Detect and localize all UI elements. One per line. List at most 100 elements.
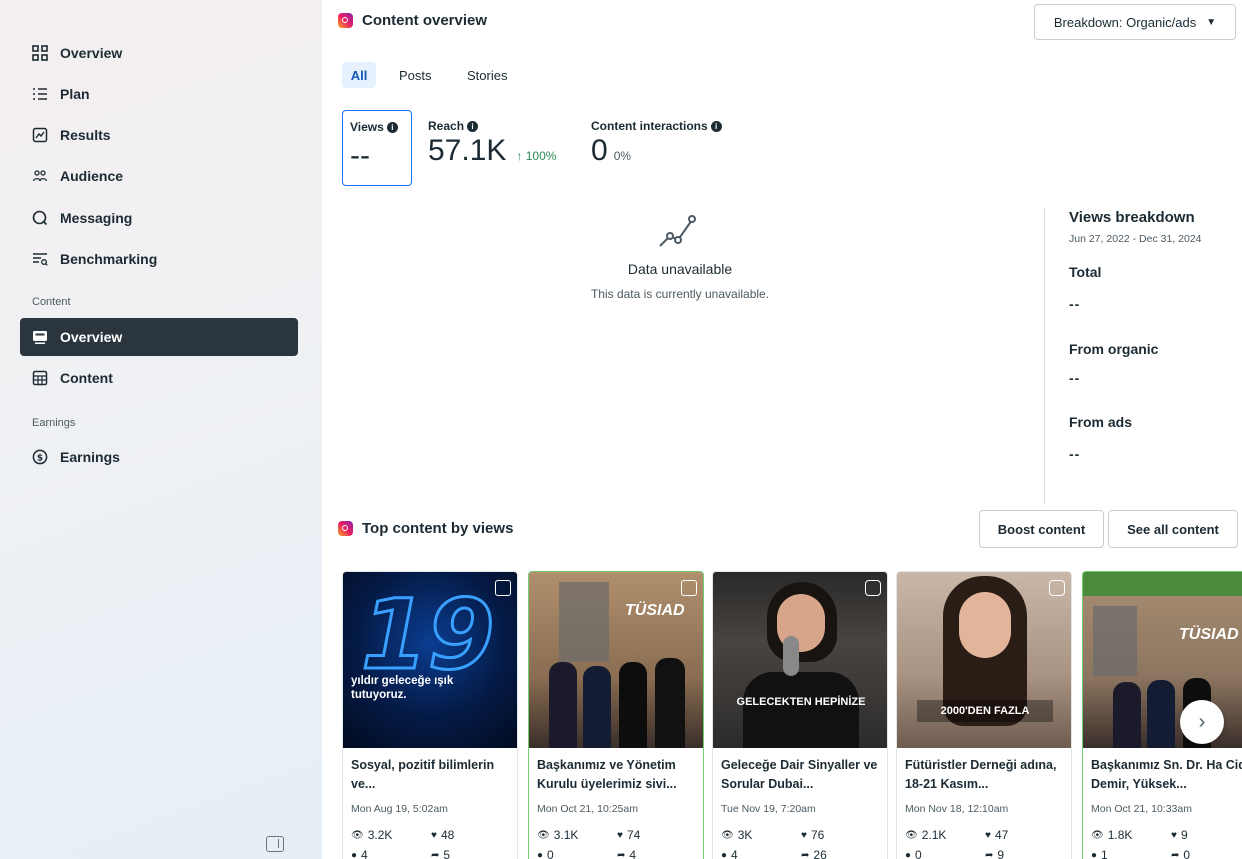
- views-count: 3K: [737, 828, 753, 842]
- microphone: [783, 636, 799, 676]
- sidebar-item-label: Overview: [60, 329, 123, 345]
- carousel-icon: [681, 580, 697, 596]
- content-grid-icon: [32, 370, 48, 386]
- eye-icon: 👁: [721, 829, 734, 841]
- reach-value-row: 57.1K ↑ 100%: [428, 133, 556, 169]
- comments-count: 0: [547, 848, 554, 859]
- post-date: Mon Nov 18, 12:10am: [905, 803, 1009, 815]
- interactions-value-row: 0 0%: [591, 133, 722, 169]
- collapse-sidebar-icon[interactable]: [266, 836, 284, 852]
- see-all-content-button[interactable]: See all content: [1108, 510, 1238, 548]
- info-icon: i: [386, 121, 398, 133]
- post-date: Mon Oct 21, 10:25am: [537, 803, 638, 815]
- post-views: 👁 3.1K: [537, 828, 578, 842]
- content-card[interactable]: GELECEKTEN HEPİNİZE Geleceğe Dair Sinyal…: [712, 571, 888, 859]
- total-label: Total: [1069, 264, 1102, 280]
- sidebar-item-label: Benchmarking: [60, 251, 158, 267]
- post-likes: ♥ 74: [617, 828, 640, 842]
- content-card[interactable]: TÜSIAD Başkanımız ve Yönetim Kurulu üyel…: [528, 571, 704, 859]
- comments-count: 0: [915, 848, 922, 859]
- sidebar-item-label: Overview: [60, 45, 123, 61]
- sidebar-item-label: Messaging: [60, 210, 133, 226]
- post-title: Sosyal, pozitif bilimlerin ve...: [351, 758, 495, 791]
- carousel-next-button[interactable]: ›: [1180, 700, 1224, 744]
- post-views: 👁 1.8K: [1091, 828, 1132, 842]
- post-shares: ➦ 9: [985, 848, 1004, 859]
- views-count: 1.8K: [1107, 828, 1133, 842]
- views-label: Views: [350, 120, 384, 134]
- sidebar-item-content[interactable]: Content: [20, 359, 298, 397]
- breakdown-dropdown[interactable]: Breakdown: Organic/ads ▼: [1034, 4, 1236, 40]
- heart-icon: ♥: [617, 829, 623, 841]
- views-breakdown-title: Views breakdown: [1069, 209, 1195, 226]
- post-comments: ● 4: [351, 848, 368, 859]
- tab-all[interactable]: All: [342, 62, 376, 88]
- sidebar-item-label: Plan: [60, 86, 90, 102]
- content-card[interactable]: 19 yıldır geleceğe ışık tutuyoruz. Sosya…: [342, 571, 518, 859]
- shares-count: 9: [997, 848, 1005, 859]
- metric-views[interactable]: Views i --: [342, 110, 412, 186]
- views-label-row: Views i: [350, 120, 404, 134]
- sidebar-item-messaging[interactable]: Messaging: [20, 199, 298, 237]
- comment-icon: ●: [351, 849, 358, 859]
- shares-count: 26: [813, 848, 827, 859]
- sidebar-item-earnings[interactable]: $ Earnings: [20, 438, 298, 476]
- post-date: Tue Nov 19, 7:20am: [721, 803, 816, 815]
- sidebar-item-results[interactable]: Results: [20, 116, 298, 154]
- sidebar-item-label: Audience: [60, 168, 124, 184]
- reach-label-row: Reach i: [428, 119, 556, 133]
- post-thumbnail: 2000'DEN FAZLA: [897, 572, 1071, 748]
- data-unavailable-title: Data unavailable: [627, 261, 733, 277]
- tab-posts[interactable]: Posts: [391, 62, 440, 88]
- post-date: Mon Oct 21, 10:33am: [1091, 803, 1192, 815]
- tab-stories[interactable]: Stories: [459, 62, 515, 88]
- metric-content-interactions[interactable]: Content interactions i 0 0%: [591, 119, 722, 169]
- earnings-dollar-icon: $: [32, 449, 48, 465]
- post-shares: ➦ 5: [431, 848, 450, 859]
- post-thumbnail: TÜSIAD: [529, 572, 703, 748]
- share-icon: ➦: [1171, 849, 1180, 859]
- views-count: 2.1K: [921, 828, 947, 842]
- boost-content-button[interactable]: Boost content: [979, 510, 1104, 548]
- ads-label: From ads: [1069, 414, 1133, 430]
- post-comments: ● 0: [905, 848, 922, 859]
- post-views: 👁 3K: [721, 828, 752, 842]
- metric-reach[interactable]: Reach i 57.1K ↑ 100%: [428, 119, 556, 169]
- eye-icon: 👁: [537, 829, 550, 841]
- sidebar-item-benchmarking[interactable]: Benchmarking: [20, 240, 298, 278]
- shares-count: 0: [1183, 848, 1191, 859]
- main-content: Content overview Breakdown: Organic/ads …: [322, 0, 1242, 859]
- views-count: 3.2K: [367, 828, 393, 842]
- post-title: Geleceğe Dair Sinyaller ve Sorular Dubai…: [721, 758, 878, 791]
- post-shares: ➦ 4: [617, 848, 636, 859]
- info-icon: i: [710, 120, 722, 132]
- content-card[interactable]: 2000'DEN FAZLA Fütüristler Derneği adına…: [896, 571, 1072, 859]
- plan-list-icon: [32, 86, 48, 102]
- comment-icon: ●: [721, 849, 728, 859]
- sidebar-item-content-overview[interactable]: Overview: [20, 318, 298, 356]
- organic-label: From organic: [1069, 341, 1159, 357]
- content-overview-icon: [32, 329, 48, 345]
- post-title: Fütüristler Derneği adına, 18-21 Kasım..…: [905, 758, 1057, 791]
- sidebar-item-plan[interactable]: Plan: [20, 75, 298, 113]
- post-date: Mon Aug 19, 5:02am: [351, 803, 448, 815]
- post-views: 👁 2.1K: [905, 828, 946, 842]
- shares-count: 5: [443, 848, 451, 859]
- organic-value: --: [1069, 370, 1081, 386]
- views-count: 3.1K: [553, 828, 579, 842]
- benchmarking-icon: [32, 251, 48, 267]
- post-overlay-caption: yıldır geleceğe ışık tutuyoruz.: [351, 675, 454, 701]
- reach-label: Reach: [428, 119, 465, 133]
- views-breakdown-date: Jun 27, 2022 - Dec 31, 2024: [1069, 233, 1202, 245]
- post-comments: ● 0: [537, 848, 554, 859]
- reach-value: 57.1K: [428, 134, 507, 167]
- sidebar-item-audience[interactable]: Audience: [20, 157, 298, 195]
- likes-count: 48: [440, 828, 455, 842]
- post-likes: ♥ 76: [801, 828, 824, 842]
- sidebar-section-earnings: Earnings: [32, 417, 76, 429]
- content-overview-header: Content overview: [338, 12, 487, 29]
- sidebar-item-overview[interactable]: Overview: [20, 34, 298, 72]
- comments-count: 4: [361, 848, 368, 859]
- shares-count: 4: [629, 848, 637, 859]
- chevron-right-icon: ›: [1198, 710, 1206, 733]
